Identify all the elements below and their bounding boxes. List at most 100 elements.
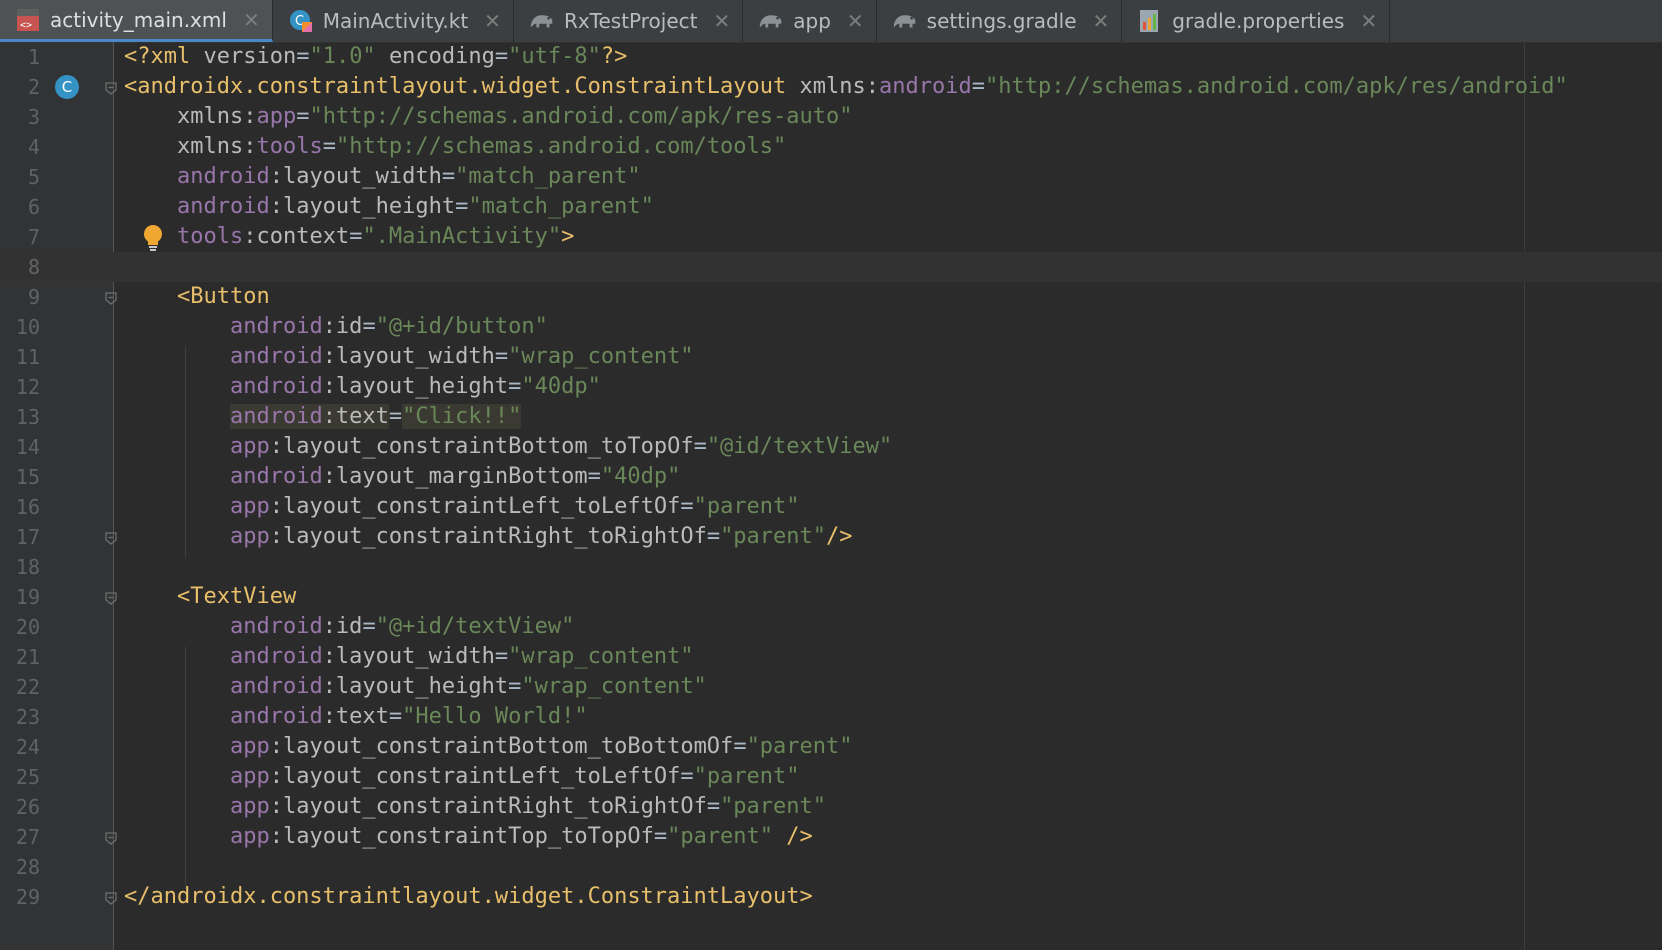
code-line[interactable]: 14 app:layout_constraintBottom_toTopOf="… bbox=[0, 432, 1662, 462]
tab-app[interactable]: app ✕ bbox=[743, 0, 877, 42]
code-token: app bbox=[229, 764, 270, 789]
code-token: = bbox=[349, 224, 363, 249]
kotlin-class-icon: C bbox=[287, 7, 315, 35]
code-editor[interactable]: 1 <?xml version="1.0" encoding="utf-8"?> 2… bbox=[0, 42, 1662, 950]
code-line[interactable]: 16 app:layout_constraintLeft_toLeftOf="p… bbox=[0, 492, 1662, 522]
code-line[interactable]: 3 xmlns:app="http://schemas.android.com/… bbox=[0, 102, 1662, 132]
code-line[interactable]: 25 app:layout_constraintLeft_toLeftOf="p… bbox=[0, 762, 1662, 792]
close-icon[interactable]: ✕ bbox=[713, 9, 730, 33]
code-token: = bbox=[693, 434, 707, 459]
code-line[interactable]: 1 <?xml version="1.0" encoding="utf-8"?> bbox=[0, 42, 1662, 72]
fold-marker-icon[interactable] bbox=[104, 830, 118, 845]
code-token: = bbox=[441, 164, 456, 189]
tab-mainactivity-kt[interactable]: C MainActivity.kt ✕ bbox=[273, 0, 514, 42]
svg-text:<>: <> bbox=[20, 20, 32, 31]
code-token: android bbox=[229, 644, 323, 669]
code-line[interactable]: 18 bbox=[0, 552, 1662, 582]
code-line[interactable]: 11 android:layout_width="wrap_content" bbox=[0, 342, 1662, 372]
code-line[interactable]: 26 app:layout_constraintRight_toRightOf=… bbox=[0, 792, 1662, 822]
code-token: android bbox=[229, 614, 323, 639]
code-line[interactable]: 2 <androidx.constraintlayout.widget.Const… bbox=[0, 72, 1662, 102]
line-number: 22 bbox=[15, 675, 40, 699]
class-marker-icon[interactable]: C bbox=[54, 74, 80, 104]
code-line[interactable]: 17 app:layout_constraintRight_toRightOf=… bbox=[0, 522, 1662, 552]
code-token: = bbox=[706, 794, 721, 819]
fold-marker-icon[interactable] bbox=[104, 530, 118, 545]
lightbulb-icon[interactable] bbox=[141, 224, 165, 256]
code-token: <?xml bbox=[124, 44, 204, 69]
tab-rxtestproject[interactable]: RxTestProject ✕ bbox=[514, 0, 744, 42]
tab-activity-main-xml[interactable]: <> activity_main.xml ✕ bbox=[0, 0, 273, 42]
code-token: :layout_constraintRight_toRightOf bbox=[269, 794, 707, 819]
line-number: 21 bbox=[15, 645, 40, 669]
code-line[interactable]: 24 app:layout_constraintBottom_toBottomO… bbox=[0, 732, 1662, 762]
code-line[interactable]: 15 android:layout_marginBottom="40dp" bbox=[0, 462, 1662, 492]
code-text: tools:context=".MainActivity"> bbox=[124, 222, 574, 252]
code-line[interactable]: 23 android:text="Hello World!" bbox=[0, 702, 1662, 732]
code-line[interactable]: 21 android:layout_width="wrap_content" bbox=[0, 642, 1662, 672]
code-text: </androidx.constraintlayout.widget.Const… bbox=[124, 882, 813, 912]
code-line[interactable]: 7 tools:context=".MainActivity"> bbox=[0, 222, 1662, 252]
code-token: android bbox=[229, 344, 323, 369]
code-line[interactable]: 10 android:id="@+id/button" bbox=[0, 312, 1662, 342]
tab-label: gradle.properties bbox=[1172, 9, 1345, 33]
code-token: :layout_width bbox=[322, 644, 495, 669]
code-line[interactable]: 9 <Button bbox=[0, 282, 1662, 312]
code-token: android bbox=[176, 194, 270, 219]
close-icon[interactable]: ✕ bbox=[1360, 9, 1377, 33]
line-number: 28 bbox=[15, 855, 40, 879]
code-token: "http://schemas.android.com/apk/res/andr… bbox=[984, 74, 1568, 99]
code-token: "wrap_content" bbox=[508, 344, 694, 369]
code-line[interactable]: 5 android:layout_width="match_parent" bbox=[0, 162, 1662, 192]
line-number: 9 bbox=[27, 285, 40, 309]
code-line[interactable]: 6 android:layout_height="match_parent" bbox=[0, 192, 1662, 222]
code-text: xmlns:app="http://schemas.android.com/ap… bbox=[124, 102, 853, 132]
code-line[interactable]: 4 xmlns:tools="http://schemas.android.co… bbox=[0, 132, 1662, 162]
code-line[interactable]: 12 android:layout_height="40dp" bbox=[0, 372, 1662, 402]
code-text: app:layout_constraintRight_toRightOf="pa… bbox=[124, 792, 826, 822]
fold-marker-icon[interactable] bbox=[104, 80, 118, 95]
class-marker-label: C bbox=[61, 78, 73, 96]
code-token: > bbox=[561, 224, 575, 249]
code-token: :layout_marginBottom bbox=[322, 464, 588, 489]
code-line[interactable]: 29 </androidx.constraintlayout.widget.Con… bbox=[0, 882, 1662, 912]
close-icon[interactable]: ✕ bbox=[1093, 9, 1110, 33]
code-text: android:text="Click!!" bbox=[124, 402, 522, 432]
fold-marker-icon[interactable] bbox=[104, 290, 118, 305]
tab-settings-gradle[interactable]: settings.gradle ✕ bbox=[877, 0, 1123, 42]
close-icon[interactable]: ✕ bbox=[484, 9, 501, 33]
line-number: 19 bbox=[15, 585, 40, 609]
code-token: :layout_height bbox=[269, 194, 456, 219]
code-token: app bbox=[229, 824, 270, 849]
close-icon[interactable]: ✕ bbox=[243, 8, 260, 32]
code-line[interactable]: 19 <TextView bbox=[0, 582, 1662, 612]
code-text: android:id="@+id/textView" bbox=[124, 612, 574, 642]
fold-marker-icon[interactable] bbox=[104, 590, 118, 605]
tab-label: app bbox=[793, 9, 831, 33]
code-line[interactable]: 20 android:id="@+id/textView" bbox=[0, 612, 1662, 642]
code-token: app bbox=[229, 794, 270, 819]
code-token: android bbox=[229, 674, 323, 699]
line-number: 23 bbox=[15, 705, 40, 729]
code-line[interactable]: 22 android:layout_height="wrap_content" bbox=[0, 672, 1662, 702]
code-token: "1.0" bbox=[309, 44, 376, 69]
code-token: app bbox=[229, 524, 270, 549]
code-text: android:layout_height="match_parent" bbox=[124, 192, 654, 222]
fold-marker-icon[interactable] bbox=[104, 890, 118, 905]
close-icon[interactable]: ✕ bbox=[847, 9, 864, 33]
code-line[interactable]: 8 bbox=[0, 252, 1662, 282]
code-token: = bbox=[971, 74, 985, 99]
code-line[interactable]: 13 android:text="Click!!" bbox=[0, 402, 1662, 432]
tab-gradle-properties[interactable]: gradle.properties ✕ bbox=[1122, 0, 1391, 42]
code-text: app:layout_constraintBottom_toTopOf="@id… bbox=[124, 432, 892, 462]
code-line[interactable]: 27 app:layout_constraintTop_toTopOf="par… bbox=[0, 822, 1662, 852]
code-line[interactable]: 28 bbox=[0, 852, 1662, 882]
line-number: 25 bbox=[15, 765, 40, 789]
properties-file-icon bbox=[1136, 7, 1164, 35]
